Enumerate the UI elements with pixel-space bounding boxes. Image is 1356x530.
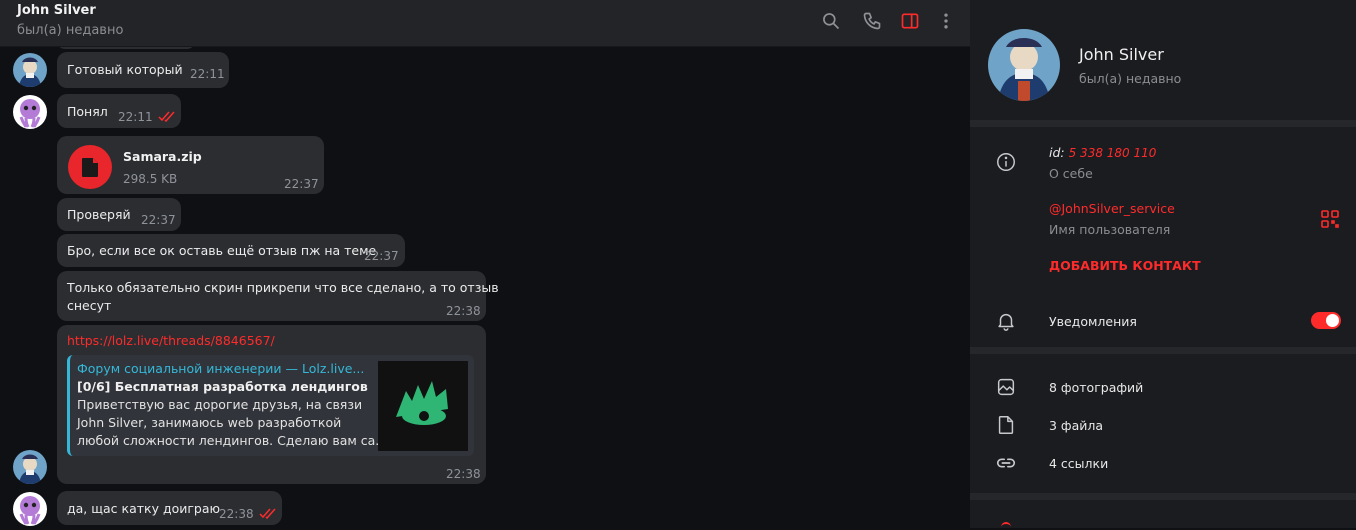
message-bubble[interactable]: Бро, если все ок оставь ещё отзыв пж на … (57, 234, 405, 267)
link-icon (994, 451, 1018, 475)
chat-header[interactable]: John Silver был(а) недавно (0, 0, 970, 47)
preview-description-3: любой сложности лендингов. Сделаю вам са… (77, 433, 388, 448)
avatar-john[interactable] (13, 450, 47, 484)
message-text-line1: Только обязательно скрин прикрепи что вс… (67, 280, 499, 295)
toggle-knob (1325, 313, 1340, 328)
message-time: 22:38 (219, 507, 254, 521)
message-text: Бро, если все ок оставь ещё отзыв пж на … (67, 243, 377, 258)
section-divider (970, 493, 1356, 500)
section-divider (970, 120, 1356, 127)
message-time: 22:37 (364, 249, 399, 263)
file-name[interactable]: Samara.zip (123, 149, 202, 164)
message-time: 22:38 (446, 304, 481, 318)
qr-code-icon[interactable] (1321, 210, 1339, 228)
photo-icon (994, 375, 1018, 399)
notifications-label: Уведомления (1049, 314, 1137, 329)
double-check-icon (259, 508, 276, 519)
message-text: Проверяй (67, 207, 131, 222)
profile-username[interactable]: @JohnSilver_service (1049, 201, 1175, 216)
files-link[interactable]: 3 файла (1049, 418, 1103, 433)
message-time: 22:11 (118, 110, 153, 124)
message-time: 22:11 (190, 67, 225, 81)
message-bubble[interactable]: да, щас катку доиграю 22:38 (57, 491, 282, 525)
message-text: Готовый который (67, 62, 183, 77)
section-divider (970, 347, 1356, 354)
file-size: 298.5 KB (123, 172, 178, 186)
profile-id[interactable]: id: 5 338 180 110 (1049, 145, 1156, 160)
message-time: 22:37 (141, 213, 176, 227)
id-value[interactable]: 5 338 180 110 (1069, 146, 1157, 160)
search-icon[interactable] (820, 10, 842, 32)
profile-avatar[interactable] (988, 29, 1060, 101)
message-bubble[interactable]: Понял 22:11 (57, 94, 181, 128)
file-message-bubble[interactable]: Samara.zip 298.5 KB 22:37 (57, 136, 324, 194)
lolz-logo-icon (396, 381, 448, 425)
id-label: id: (1049, 145, 1065, 160)
bell-icon (994, 309, 1018, 333)
photos-link[interactable]: 8 фотографий (1049, 380, 1143, 395)
message-text-line2: снесут (67, 298, 112, 313)
avatar-me[interactable] (13, 492, 47, 526)
file-icon (994, 413, 1018, 437)
info-icon (994, 150, 1018, 174)
message-link[interactable]: https://lolz.live/threads/8846567/ (67, 333, 275, 348)
preview-title: [0/6] Бесплатная разработка лендингов (77, 379, 368, 394)
sidebar-toggle-icon[interactable] (899, 10, 921, 32)
message-time: 22:37 (284, 177, 319, 191)
message-bubble[interactable]: Проверяй 22:37 (57, 198, 181, 231)
profile-panel: John Silver был(а) недавно id: 5 338 180… (970, 0, 1356, 528)
link-preview[interactable]: Форум социальной инженерии — Lolz.live..… (67, 355, 474, 456)
message-list[interactable]: Готовый который 22:11 Понял 22:11 Samara… (0, 47, 970, 528)
avatar-me[interactable] (13, 95, 47, 129)
notifications-toggle[interactable] (1311, 312, 1341, 329)
preview-image[interactable] (378, 361, 468, 451)
message-bubble-partial[interactable] (57, 47, 195, 49)
preview-description-2: John Silver, занимаюсь web разработкой (77, 415, 342, 430)
preview-description-1: Приветствую вас дорогие друзья, на связи (77, 397, 363, 412)
links-link[interactable]: 4 ссылки (1049, 456, 1108, 471)
chat-status: был(а) недавно (17, 23, 124, 38)
preview-site-name: Форум социальной инженерии — Lolz.live..… (77, 361, 365, 376)
avatar-john[interactable] (13, 53, 47, 87)
double-check-icon (158, 111, 175, 122)
phone-icon[interactable] (861, 10, 883, 32)
file-icon[interactable] (68, 145, 112, 189)
link-message-bubble[interactable]: https://lolz.live/threads/8846567/ Форум… (57, 325, 486, 484)
chat-title[interactable]: John Silver (17, 3, 96, 18)
profile-name: John Silver (1079, 45, 1164, 64)
chat-area: John Silver был(а) недавно Готовый котор… (0, 0, 970, 528)
message-text: да, щас катку доиграю (67, 501, 221, 516)
message-bubble[interactable]: Готовый который 22:11 (57, 52, 229, 88)
message-time: 22:38 (446, 467, 481, 481)
more-icon[interactable] (935, 10, 957, 32)
message-text: Понял (67, 104, 108, 119)
add-contact-button[interactable]: ДОБАВИТЬ КОНТАКТ (1049, 258, 1201, 273)
username-label: Имя пользователя (1049, 222, 1171, 237)
message-bubble[interactable]: Только обязательно скрин прикрепи что вс… (57, 271, 499, 321)
profile-status: был(а) недавно (1079, 71, 1182, 86)
partial-icon (1001, 522, 1011, 530)
about-label: О себе (1049, 166, 1093, 181)
